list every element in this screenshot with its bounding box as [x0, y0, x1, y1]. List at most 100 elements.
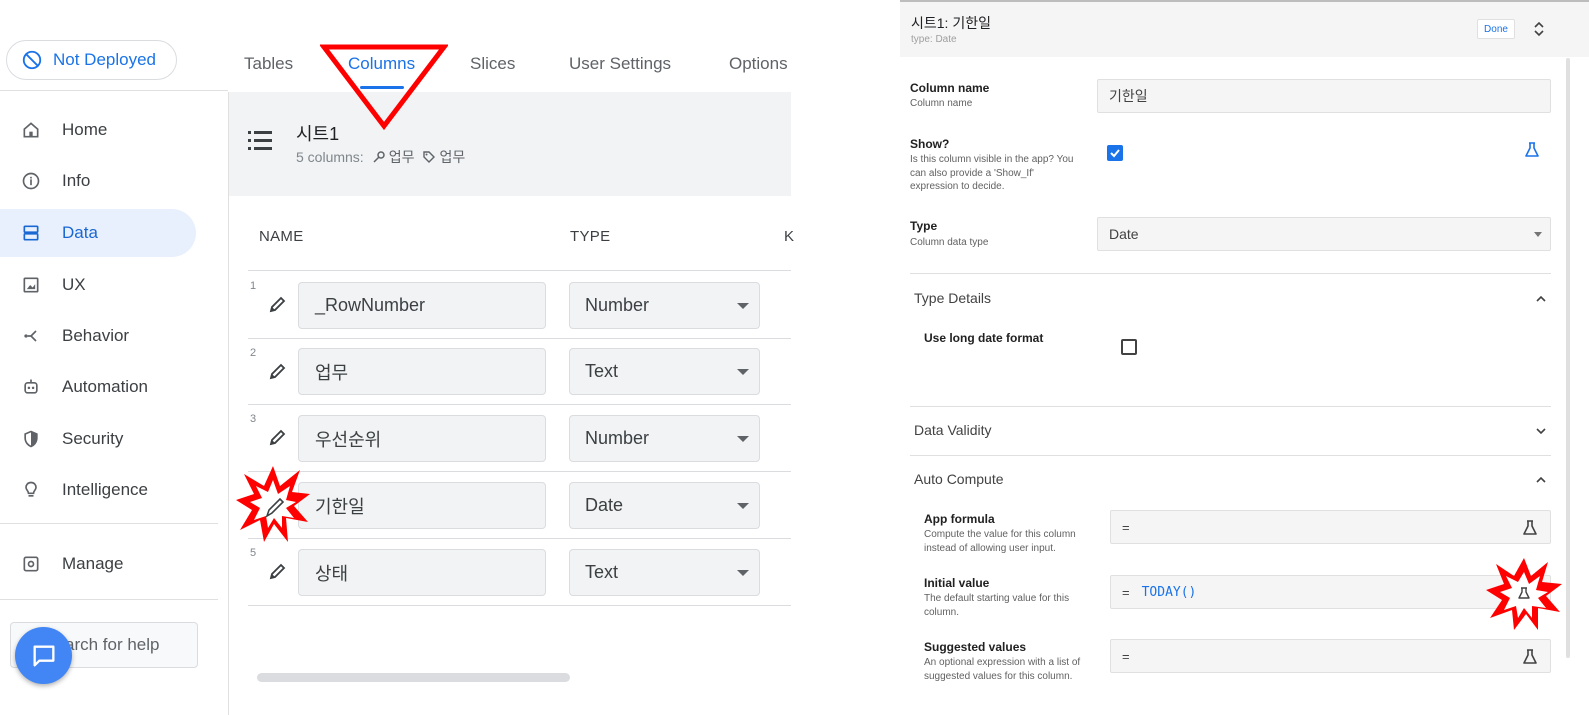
- column-detail-panel: 시트1: 기한일 type: Date Done Column name Col…: [900, 0, 1589, 715]
- caret-down-icon: [737, 369, 749, 375]
- column-type-select[interactable]: Text: [569, 549, 760, 596]
- column-name-field[interactable]: 상태: [298, 549, 546, 596]
- type-details-section[interactable]: Type Details: [914, 290, 991, 306]
- column-name-field[interactable]: _RowNumber: [298, 282, 546, 329]
- home-icon: [20, 119, 42, 141]
- edit-pencil-icon[interactable]: [268, 494, 288, 514]
- tab-options[interactable]: Options: [729, 54, 788, 74]
- column-type-select[interactable]: Number: [569, 415, 760, 462]
- help-search-placeholder: arch for help: [65, 635, 160, 654]
- sidebar-item-behavior[interactable]: Behavior: [0, 312, 196, 360]
- chevron-up-icon[interactable]: [1535, 293, 1547, 305]
- column-type-select[interactable]: Number: [569, 282, 760, 329]
- long-date-label: Use long date format: [924, 331, 1044, 345]
- column-header-type[interactable]: TYPE: [570, 228, 610, 245]
- app-formula-input[interactable]: =: [1110, 510, 1551, 544]
- done-button[interactable]: Done: [1477, 19, 1515, 39]
- behavior-icon: [20, 325, 42, 347]
- edit-pencil-icon[interactable]: [268, 427, 288, 447]
- active-tab-indicator: [360, 86, 404, 89]
- sidebar-item-label: UX: [62, 275, 86, 294]
- sidebar-item-label: Security: [62, 429, 124, 448]
- panel-title: 시트1: 기한일: [911, 15, 991, 31]
- edit-pencil-icon[interactable]: [268, 361, 288, 381]
- suggested-values-label: Suggested values: [924, 640, 1027, 654]
- checkmark-icon: [1110, 149, 1120, 158]
- row-divider: [248, 538, 791, 539]
- caret-down-icon: [1534, 232, 1542, 237]
- row-number: 1: [250, 280, 257, 292]
- tab-tables[interactable]: Tables: [244, 54, 293, 74]
- column-type-select[interactable]: Text: [569, 348, 760, 395]
- column-name-label: Column name: [910, 81, 990, 95]
- suggested-values-help: An optional expression with a list of su…: [924, 657, 1081, 682]
- sidebar-item-manage[interactable]: Manage: [0, 540, 196, 588]
- sidebar-item-intelligence[interactable]: Intelligence: [0, 466, 196, 514]
- initial-value-input[interactable]: = TODAY(): [1110, 575, 1551, 609]
- sidebar-item-automation[interactable]: Automation: [0, 363, 196, 411]
- tag-icon: [423, 151, 436, 163]
- vertical-scrollbar[interactable]: [1566, 58, 1570, 658]
- caret-down-icon: [737, 436, 749, 442]
- edit-pencil-icon[interactable]: [268, 561, 288, 581]
- type-label: Type: [910, 219, 938, 233]
- sidebar-divider: [0, 599, 218, 600]
- sidebar-item-label: Info: [62, 171, 91, 190]
- row-number: 2: [250, 347, 257, 359]
- row-divider: [248, 404, 791, 405]
- long-date-checkbox[interactable]: [1121, 339, 1137, 355]
- chat-button[interactable]: [15, 627, 72, 684]
- sidebar-item-data[interactable]: Data: [0, 209, 196, 257]
- ux-icon: [20, 274, 42, 296]
- deploy-status-label: Not Deployed: [53, 50, 157, 69]
- app-editor-panel: Not Deployed Tables Columns Slices User …: [0, 0, 800, 715]
- sidebar-item-label: Data: [62, 223, 98, 242]
- column-header-key[interactable]: K: [784, 228, 794, 245]
- info-icon: [20, 170, 42, 192]
- chevron-up-icon[interactable]: [1535, 474, 1547, 486]
- column-name-field[interactable]: 업무: [298, 348, 546, 395]
- tab-user-settings[interactable]: User Settings: [569, 54, 671, 74]
- sidebar-item-ux[interactable]: UX: [0, 261, 196, 309]
- show-checkbox[interactable]: [1107, 145, 1123, 161]
- sidebar-item-info[interactable]: Info: [0, 157, 196, 205]
- column-name-input[interactable]: 기한일: [1097, 79, 1551, 113]
- shield-icon: [20, 428, 42, 450]
- lightbulb-icon: [20, 479, 42, 501]
- sidebar-item-label: Behavior: [62, 326, 130, 345]
- deploy-status-button[interactable]: Not Deployed: [6, 40, 177, 80]
- horizontal-scrollbar[interactable]: [257, 673, 570, 682]
- flask-icon[interactable]: [1524, 142, 1540, 158]
- sidebar-divider: [0, 523, 218, 524]
- type-select[interactable]: Date: [1097, 217, 1551, 251]
- data-validity-section[interactable]: Data Validity: [914, 422, 992, 438]
- chevron-down-icon[interactable]: [1535, 425, 1547, 437]
- suggested-values-input[interactable]: =: [1110, 639, 1551, 673]
- list-icon: [248, 131, 272, 150]
- row-divider: [248, 605, 791, 606]
- column-header-name[interactable]: NAME: [259, 228, 304, 245]
- sidebar-item-home[interactable]: Home: [0, 106, 196, 154]
- app-formula-help: Compute the value for this column instea…: [924, 529, 1076, 554]
- expand-collapse-icon[interactable]: [1533, 19, 1545, 39]
- section-divider: [910, 455, 1551, 456]
- column-name-field[interactable]: 우선순위: [298, 415, 546, 462]
- flask-icon[interactable]: [1522, 520, 1538, 536]
- tab-columns[interactable]: Columns: [348, 54, 415, 74]
- column-name-field[interactable]: 기한일: [298, 482, 546, 529]
- flask-icon[interactable]: [1522, 649, 1538, 665]
- tab-slices[interactable]: Slices: [470, 54, 515, 74]
- caret-down-icon: [737, 303, 749, 309]
- row-divider: [248, 471, 791, 472]
- row-divider: [248, 270, 791, 271]
- sidebar-item-label: Intelligence: [62, 480, 149, 499]
- data-icon: [20, 222, 42, 244]
- initial-value-label: Initial value: [924, 576, 990, 590]
- auto-compute-section[interactable]: Auto Compute: [914, 471, 1004, 487]
- column-type-select[interactable]: Date: [569, 482, 760, 529]
- sidebar-item-label: Manage: [62, 554, 124, 573]
- section-divider: [910, 406, 1551, 407]
- edit-pencil-icon[interactable]: [268, 294, 288, 314]
- table-summary: 5 columns: 업무 업무: [296, 147, 465, 167]
- sidebar-item-security[interactable]: Security: [0, 415, 196, 463]
